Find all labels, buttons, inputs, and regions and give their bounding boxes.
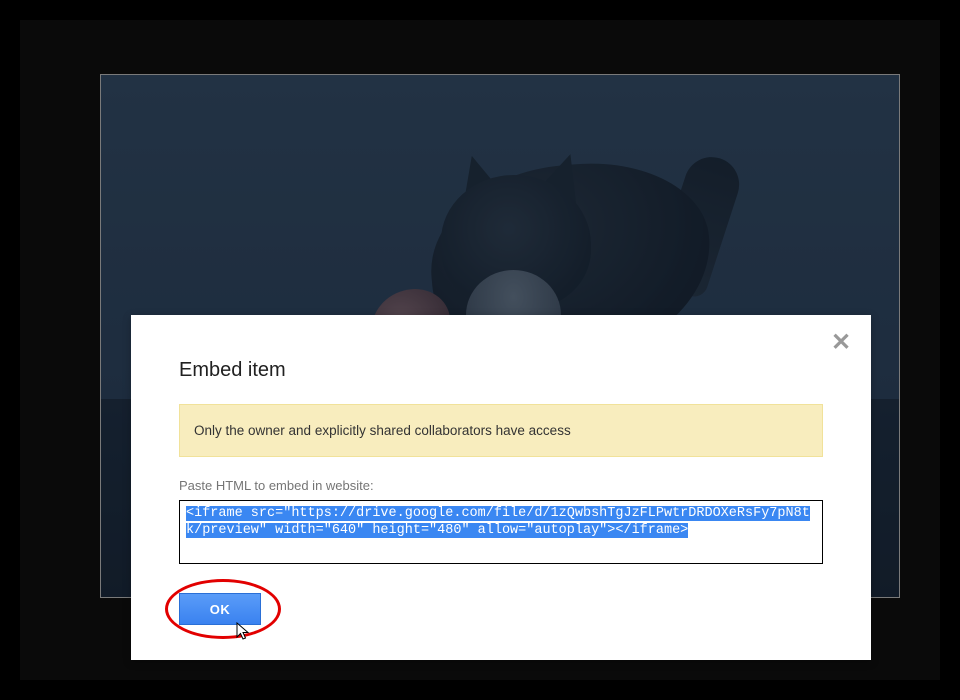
embed-code-selected: <iframe src="https://drive.google.com/fi… xyxy=(186,506,810,538)
embed-code-field[interactable]: <iframe src="https://drive.google.com/fi… xyxy=(179,500,823,564)
cursor-icon xyxy=(236,622,252,642)
app-background: ✕ Embed item Only the owner and explicit… xyxy=(20,20,940,680)
close-button[interactable]: ✕ xyxy=(827,331,855,359)
embed-item-dialog: ✕ Embed item Only the owner and explicit… xyxy=(131,315,871,660)
access-notice-text: Only the owner and explicitly shared col… xyxy=(194,423,571,438)
access-notice: Only the owner and explicitly shared col… xyxy=(179,404,823,457)
embed-label: Paste HTML to embed in website: xyxy=(179,478,374,493)
dialog-title: Embed item xyxy=(179,359,286,382)
ok-button[interactable]: OK xyxy=(179,593,261,625)
